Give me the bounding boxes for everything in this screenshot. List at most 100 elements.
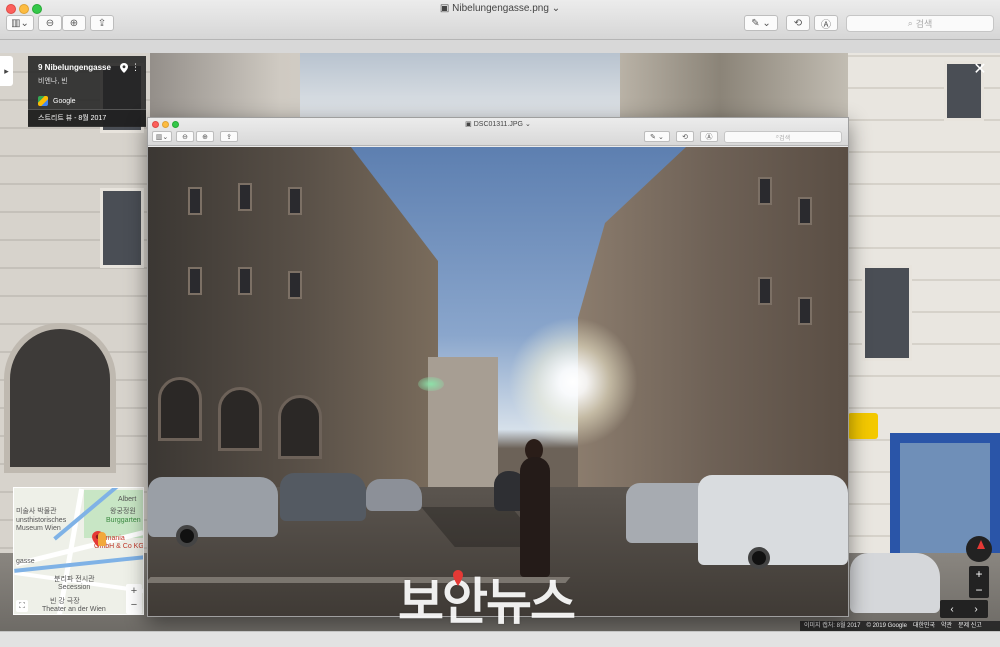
chevron-down-icon[interactable]: ⌄	[525, 121, 531, 128]
zoom-in-icon: ⊕	[202, 133, 208, 141]
rotate-button[interactable]: ⟲	[676, 131, 694, 142]
photo-window	[238, 267, 252, 295]
search-icon: ⌕	[907, 18, 913, 28]
pano-sky	[300, 53, 620, 123]
search-input[interactable]: ⌕ 검색	[724, 131, 842, 143]
map-zoom-control[interactable]: + −	[126, 584, 142, 614]
photo-window	[188, 267, 202, 295]
photo-arch	[158, 377, 202, 441]
inner-preview-window[interactable]: ▣ DSC01311.JPG ⌄ ▥⌄ ⊖ ⊕ ⇪ ✎ ⌄ ⟲ Ⓐ ⌕ 검색	[147, 117, 849, 617]
zoom-out-icon[interactable]: −	[969, 582, 989, 598]
expand-map-button[interactable]: ⛶	[16, 600, 28, 612]
car-wheel	[176, 525, 198, 547]
pano-nav-control[interactable]: ‹ ›	[940, 600, 988, 618]
image-file-icon: ▣	[439, 3, 453, 14]
map-label: unsthistorisches	[16, 517, 67, 524]
zoom-out-button[interactable]: ⊖	[176, 131, 194, 142]
window-bottom-bar	[0, 631, 1000, 647]
place-subtitle: 비엔나, 빈	[38, 78, 68, 85]
map-label: 분리파 전시관	[54, 576, 95, 583]
chevron-right-icon: ▸	[4, 65, 9, 76]
capture-date-label: 스트리트 뷰 - 8월 2017	[28, 109, 146, 127]
collapse-panel-button[interactable]: ▸	[0, 56, 13, 86]
parked-car	[148, 477, 278, 537]
map-label: Museum Wien	[16, 525, 61, 532]
rotate-button[interactable]: ⟲	[786, 15, 810, 31]
image-file-icon: ▣	[465, 121, 474, 128]
pedestrian	[520, 457, 550, 577]
photo-window	[758, 177, 772, 205]
lens-flare	[418, 377, 444, 391]
compass-needle-icon	[977, 540, 985, 549]
photo-arch	[278, 395, 322, 459]
window-titlebar: ▣ Nibelungengasse.png ⌄ ▥⌄ ⊖ ⊕ ⇪ ✎ ⌄ ⟲ Ⓐ…	[0, 0, 1000, 40]
close-icon: ✕	[973, 61, 987, 78]
annotate-button[interactable]: Ⓐ	[814, 15, 838, 31]
fullscreen-icon: ⛶	[19, 601, 25, 610]
inner-window-title: ▣ DSC01311.JPG ⌄	[465, 121, 531, 128]
photo-window	[758, 277, 772, 305]
zoom-in-button[interactable]: ⊕	[196, 131, 214, 142]
street-photo	[148, 147, 848, 616]
car-wheel	[748, 547, 770, 569]
sidebar-icon: ▥⌄	[155, 133, 169, 141]
google-maps-icon	[38, 96, 48, 106]
parked-car	[698, 475, 848, 565]
share-button[interactable]: ⇪	[90, 15, 114, 31]
map-label: Theater an der Wien	[42, 606, 106, 613]
more-options-icon[interactable]: ⋮	[131, 63, 140, 72]
rotate-icon: ⟲	[793, 17, 803, 29]
window-title: ▣ Nibelungengasse.png ⌄	[439, 3, 561, 14]
location-pin-icon[interactable]	[120, 63, 128, 73]
share-icon: ⇪	[97, 17, 107, 29]
markup-pen-icon: ✎ ⌄	[751, 17, 771, 29]
chevron-right-icon[interactable]: ›	[974, 604, 977, 615]
photo-window	[798, 197, 812, 225]
map-label: 왕궁정원	[110, 508, 136, 515]
pano-zoom-control[interactable]: + −	[969, 566, 989, 598]
photo-window	[288, 271, 302, 299]
google-maps-link[interactable]: Google	[38, 96, 136, 106]
photo-window	[238, 183, 252, 211]
sidebar-toggle-button[interactable]: ▥⌄	[6, 15, 34, 31]
sidebar-toggle-button[interactable]: ▥⌄	[152, 131, 172, 142]
pano-arch-doorway	[4, 323, 116, 473]
zoom-in-icon[interactable]: +	[126, 584, 142, 598]
map-label: gasse	[16, 558, 35, 565]
map-label: 빈 강 극장	[50, 598, 80, 605]
watermark-pin-icon	[453, 570, 463, 586]
search-input[interactable]: ⌕ 검색	[846, 15, 994, 32]
share-button[interactable]: ⇪	[220, 131, 238, 142]
pano-window	[862, 265, 912, 361]
zoom-out-button[interactable]: ⊖	[38, 15, 62, 31]
sun-flare	[508, 317, 638, 447]
pegman-icon[interactable]	[98, 532, 106, 546]
zoom-in-button[interactable]: ⊕	[62, 15, 86, 31]
photo-window	[288, 187, 302, 215]
zoom-out-icon[interactable]: −	[126, 598, 142, 612]
pano-window	[100, 188, 144, 268]
map-label: Secession	[58, 584, 91, 591]
photo-arch	[218, 387, 262, 451]
sidebar-icon: ▥⌄	[11, 17, 29, 29]
markup-pen-icon: ✎ ⌄	[650, 133, 664, 141]
annotate-button[interactable]: Ⓐ	[700, 131, 718, 142]
chevron-left-icon[interactable]: ‹	[950, 604, 953, 615]
zoom-in-icon[interactable]: +	[969, 566, 989, 582]
markup-button[interactable]: ✎ ⌄	[644, 131, 670, 142]
rotate-icon: ⟲	[682, 133, 688, 141]
shop-sign	[848, 413, 878, 439]
inner-titlebar: ▣ DSC01311.JPG ⌄ ▥⌄ ⊖ ⊕ ⇪ ✎ ⌄ ⟲ Ⓐ ⌕ 검색	[148, 118, 848, 146]
chevron-down-icon[interactable]: ⌄	[552, 3, 560, 14]
map-label: 미술사 박물관	[16, 508, 57, 515]
street-view-footer: 이미지 캡처: 8월 2017 © 2019 Google 대한민국 약관 문제…	[800, 621, 1000, 631]
minimap[interactable]: Albert 왕궁정원 Burggarten 미술사 박물관 unsthisto…	[13, 487, 144, 615]
photo-window	[188, 187, 202, 215]
annotate-icon: Ⓐ	[705, 133, 713, 141]
zoom-out-icon: ⊖	[182, 133, 188, 141]
watermark-text: 보안뉴스	[398, 573, 576, 631]
markup-button[interactable]: ✎ ⌄	[744, 15, 778, 31]
close-street-view-button[interactable]: ✕	[972, 62, 988, 78]
share-icon: ⇪	[226, 133, 232, 141]
zoom-in-icon: ⊕	[69, 17, 79, 29]
